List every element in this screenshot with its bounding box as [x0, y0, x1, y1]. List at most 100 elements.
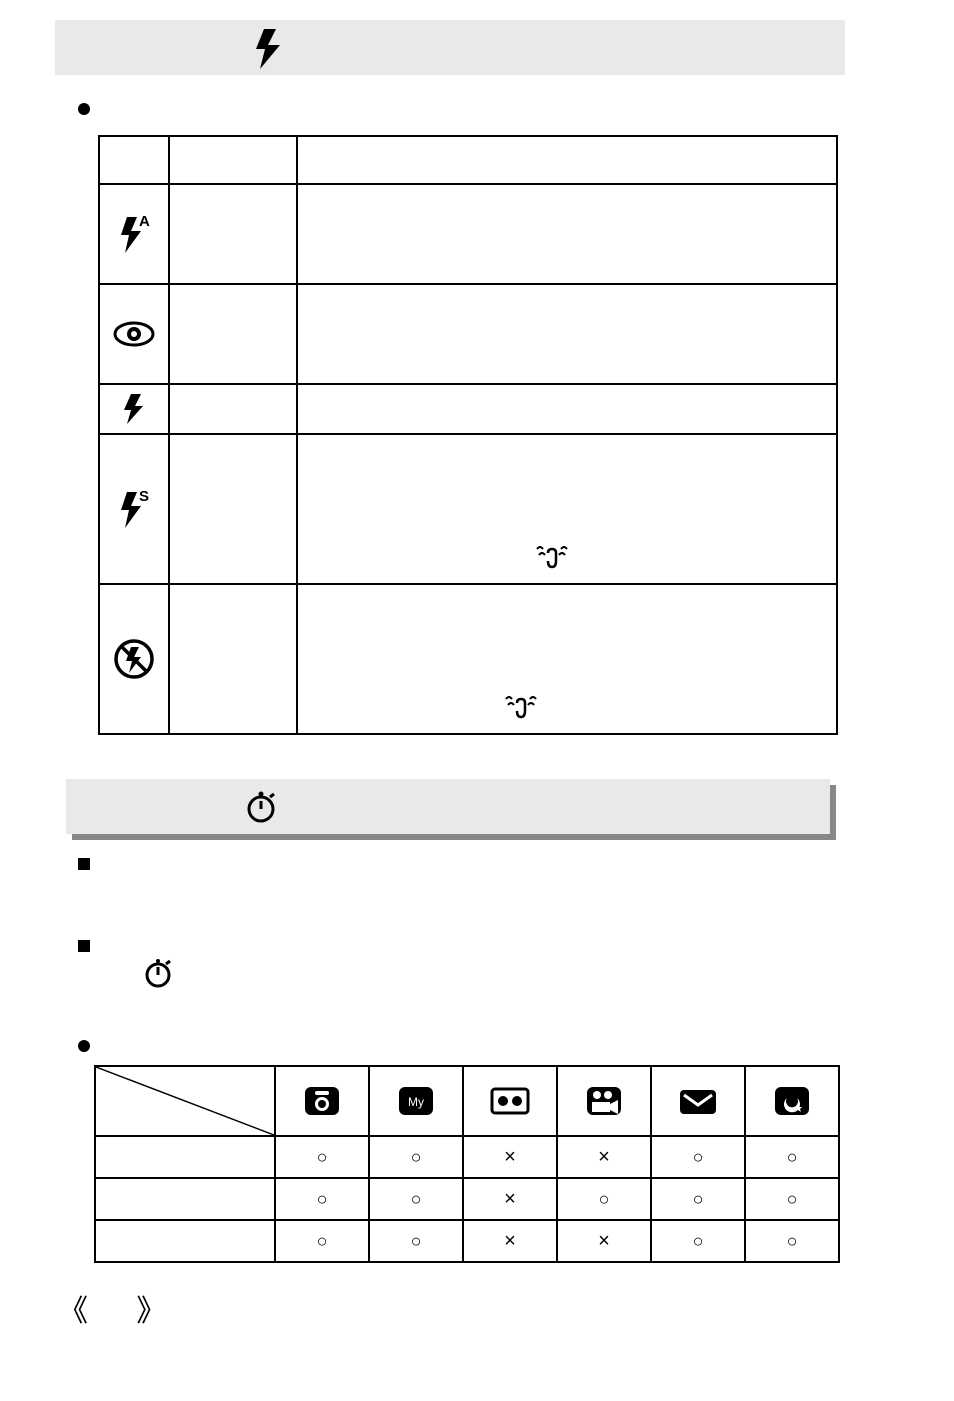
table-row: ○ ○ × ○ ○ ○ — [95, 1178, 839, 1220]
circle-mark: ○ — [411, 1147, 422, 1167]
row-label-cell — [95, 1220, 275, 1262]
avail-cell: ○ — [275, 1136, 369, 1178]
desc-cell — [297, 284, 837, 384]
bullet-square — [78, 858, 90, 870]
timer-icon — [246, 791, 276, 823]
table-row: A — [99, 184, 837, 284]
table-header-row: My — [95, 1066, 839, 1136]
flash-auto-icon: A — [100, 213, 168, 255]
avail-cell: ○ — [369, 1136, 463, 1178]
circle-mark: ○ — [787, 1147, 798, 1167]
svg-text:S: S — [139, 488, 149, 505]
circle-mark: ○ — [787, 1189, 798, 1209]
mail-mode-icon — [652, 1085, 744, 1117]
circle-mark: ○ — [693, 1231, 704, 1251]
table-row: S — [99, 434, 837, 584]
header-desc-cell — [297, 136, 837, 184]
mode-header-cell — [745, 1066, 839, 1136]
x-mark: × — [598, 1230, 610, 1252]
circle-mark: ○ — [787, 1231, 798, 1251]
table-header-row — [99, 136, 837, 184]
bullet-dot — [78, 1040, 90, 1052]
circle-mark: ○ — [411, 1231, 422, 1251]
table-row — [99, 384, 837, 434]
shake-warning-icon — [503, 693, 539, 721]
flash-modes-table: A S — [98, 135, 838, 735]
desc-cell — [297, 434, 837, 584]
desc-cell — [297, 584, 837, 734]
flash-icon — [100, 392, 168, 426]
row-label-cell — [95, 1178, 275, 1220]
mode-header-cell — [557, 1066, 651, 1136]
table-row — [99, 284, 837, 384]
circle-mark: ○ — [317, 1231, 328, 1251]
voice-mode-icon — [464, 1086, 556, 1116]
mode-header-cell: My — [369, 1066, 463, 1136]
circle-mark: ○ — [411, 1189, 422, 1209]
mode-header-cell — [275, 1066, 369, 1136]
mode-header-cell — [651, 1066, 745, 1136]
camera-mode-icon — [276, 1084, 368, 1118]
avail-cell: ○ — [369, 1220, 463, 1262]
circle-mark: ○ — [693, 1147, 704, 1167]
x-mark: × — [504, 1188, 516, 1210]
desc-cell — [297, 384, 837, 434]
avail-cell: ○ — [275, 1178, 369, 1220]
mode-cell — [169, 434, 297, 584]
eye-icon — [100, 321, 168, 347]
table-row: ○ ○ × × ○ ○ — [95, 1220, 839, 1262]
diagonal-header-cell — [95, 1066, 275, 1136]
circle-mark: ○ — [599, 1189, 610, 1209]
availability-table: My ○ ○ × × ○ ○ — [94, 1065, 840, 1263]
table-row: ○ ○ × × ○ ○ — [95, 1136, 839, 1178]
avail-cell: ○ — [651, 1178, 745, 1220]
x-mark: × — [598, 1146, 610, 1168]
avail-cell: × — [463, 1178, 557, 1220]
mode-cell — [169, 584, 297, 734]
mode-cell — [169, 384, 297, 434]
avail-cell: × — [557, 1136, 651, 1178]
diagonal-line — [96, 1067, 274, 1135]
icon-cell — [99, 384, 169, 434]
mycam-mode-icon: My — [370, 1084, 462, 1118]
header-icon-cell — [99, 136, 169, 184]
mode-header-cell — [463, 1066, 557, 1136]
circle-mark: ○ — [317, 1147, 328, 1167]
circle-mark: ○ — [317, 1189, 328, 1209]
x-mark: × — [504, 1230, 516, 1252]
avail-cell: ○ — [651, 1136, 745, 1178]
header-mode-cell — [169, 136, 297, 184]
avail-cell: × — [463, 1220, 557, 1262]
avail-cell: × — [557, 1220, 651, 1262]
avail-cell: ○ — [745, 1178, 839, 1220]
flash-section-header — [55, 20, 845, 75]
svg-text:A: A — [139, 213, 150, 230]
desc-cell — [297, 184, 837, 284]
avail-cell: ○ — [557, 1178, 651, 1220]
table-row — [99, 584, 837, 734]
avail-cell: ○ — [651, 1220, 745, 1262]
page-footer-brackets: 《 》 — [58, 1286, 186, 1330]
icon-cell — [99, 284, 169, 384]
icon-cell: A — [99, 184, 169, 284]
avail-cell: ○ — [275, 1220, 369, 1262]
mode-cell — [169, 284, 297, 384]
flash-off-icon — [100, 638, 168, 680]
avail-cell: ○ — [369, 1178, 463, 1220]
shake-warning-icon — [534, 543, 570, 571]
x-mark: × — [504, 1146, 516, 1168]
flash-icon — [250, 27, 284, 69]
icon-cell: S — [99, 434, 169, 584]
flash-slow-icon: S — [100, 488, 168, 530]
mode-cell — [169, 184, 297, 284]
icon-cell — [99, 584, 169, 734]
circle-mark: ○ — [693, 1189, 704, 1209]
avail-cell: × — [463, 1136, 557, 1178]
avail-cell: ○ — [745, 1220, 839, 1262]
night-mode-icon — [746, 1084, 838, 1118]
row-label-cell — [95, 1136, 275, 1178]
svg-text:My: My — [408, 1095, 424, 1109]
movie-mode-icon — [558, 1084, 650, 1118]
avail-cell: ○ — [745, 1136, 839, 1178]
timer-icon — [144, 958, 172, 988]
